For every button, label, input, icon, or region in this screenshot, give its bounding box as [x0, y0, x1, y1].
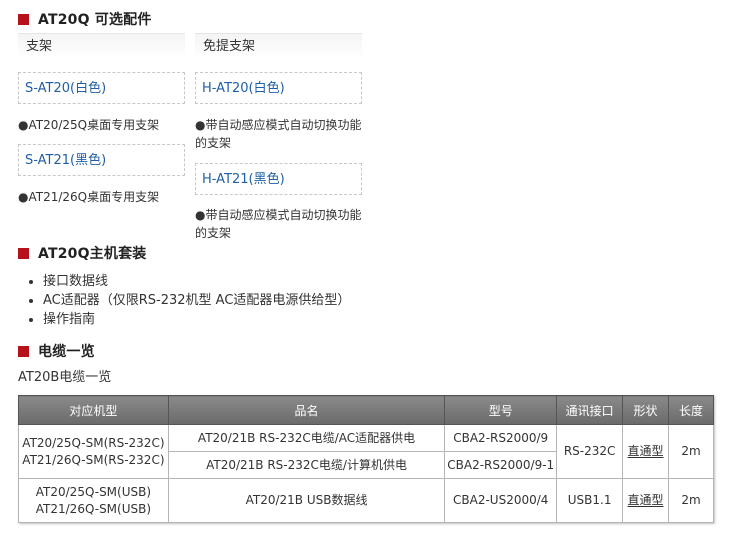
product-desc-line: 的支架: [195, 226, 232, 240]
column-header-handsfree-stand: 免提支架: [195, 33, 362, 59]
cell-models: AT20/25Q-SM(USB) AT21/26Q-SM(USB): [18, 478, 169, 523]
table-row: AT20/25Q-SM(USB) AT21/26Q-SM(USB) AT20/2…: [18, 478, 714, 523]
cell-part-number: CBA2-RS2000/9-1: [444, 451, 558, 479]
red-square-icon: [18, 345, 29, 357]
cables-title: 电缆一览: [38, 344, 95, 360]
cell-line: AT20/25Q-SM(RS-232C): [22, 435, 165, 450]
cable-subtitle: AT20B电缆一览: [18, 370, 112, 385]
cable-table: 对应机型 品名 型号 通讯接口 形状 长度 AT20/25Q-SM(RS-232…: [18, 395, 714, 523]
product-desc-h-at21: ●带自动感应模式自动切换功能 的支架: [195, 206, 361, 242]
product-desc-line: 的支架: [195, 136, 232, 150]
product-link-h-at21[interactable]: H-AT21(黑色): [195, 163, 362, 195]
cables-section-header: 电缆一览: [18, 341, 95, 361]
cell-shape: 直通型: [622, 424, 670, 479]
cell-product-name: AT20/21B RS-232C电缆/AC适配器供电: [167, 424, 446, 452]
cell-interface: USB1.1: [556, 478, 624, 523]
red-square-icon: [18, 247, 29, 259]
table-row: AT20/25Q-SM(RS-232C) AT21/26Q-SM(RS-232C…: [18, 424, 714, 479]
product-desc-s-at21: ●AT21/26Q桌面专用支架: [18, 190, 160, 204]
kit-title: AT20Q主机套装: [38, 246, 147, 262]
cell-product-name: AT20/21B RS-232C电缆/计算机供电: [167, 451, 446, 479]
cell-interface: RS-232C: [556, 424, 624, 479]
cell-product-name: AT20/21B USB数据线: [167, 478, 446, 523]
cell-models: AT20/25Q-SM(RS-232C) AT21/26Q-SM(RS-232C…: [18, 424, 169, 479]
header-shape: 形状: [622, 395, 670, 425]
table-header-row: 对应机型 品名 型号 通讯接口 形状 长度: [18, 395, 714, 425]
cell-shape: 直通型: [622, 478, 670, 523]
product-link-s-at21[interactable]: S-AT21(黑色): [18, 144, 185, 176]
column-header-stand: 支架: [18, 33, 185, 59]
product-desc-line: ●带自动感应模式自动切换功能: [195, 208, 362, 222]
header-interface: 通讯接口: [556, 395, 624, 425]
shape-text: 直通型: [627, 444, 664, 458]
list-item: AC适配器（仅限RS-232机型 AC适配器电源供给型）: [26, 291, 350, 310]
product-link-h-at20[interactable]: H-AT20(白色): [195, 72, 362, 104]
accessories-title: AT20Q 可选配件: [38, 12, 152, 28]
cell-line: AT20/25Q-SM(USB): [35, 484, 152, 499]
header-length: 长度: [668, 395, 714, 425]
cell-part-number: CBA2-RS2000/9: [444, 424, 558, 452]
shape-text: 直通型: [627, 493, 664, 507]
cell-length: 2m: [668, 424, 714, 479]
product-link-s-at20[interactable]: S-AT20(白色): [18, 72, 185, 104]
list-item: 接口数据线: [26, 272, 350, 291]
header-model: 对应机型: [18, 395, 169, 425]
header-product-name: 品名: [167, 395, 446, 425]
cell-part-number: CBA2-US2000/4: [444, 478, 558, 523]
product-desc-s-at20: ●AT20/25Q桌面专用支架: [18, 118, 160, 132]
list-item: 操作指南: [26, 310, 350, 329]
cell-line: AT21/26Q-SM(RS-232C): [22, 452, 165, 467]
cell-length: 2m: [668, 478, 714, 523]
kit-section-header: AT20Q主机套装: [18, 243, 146, 263]
header-part-number: 型号: [444, 395, 558, 425]
product-desc-line: ●带自动感应模式自动切换功能: [195, 118, 362, 132]
cell-line: AT21/26Q-SM(USB): [35, 501, 152, 516]
accessories-section-header: AT20Q 可选配件: [18, 9, 152, 29]
kit-list: 接口数据线 AC适配器（仅限RS-232机型 AC适配器电源供给型） 操作指南: [26, 272, 350, 329]
product-desc-h-at20: ●带自动感应模式自动切换功能 的支架: [195, 116, 361, 152]
red-square-icon: [18, 13, 29, 25]
